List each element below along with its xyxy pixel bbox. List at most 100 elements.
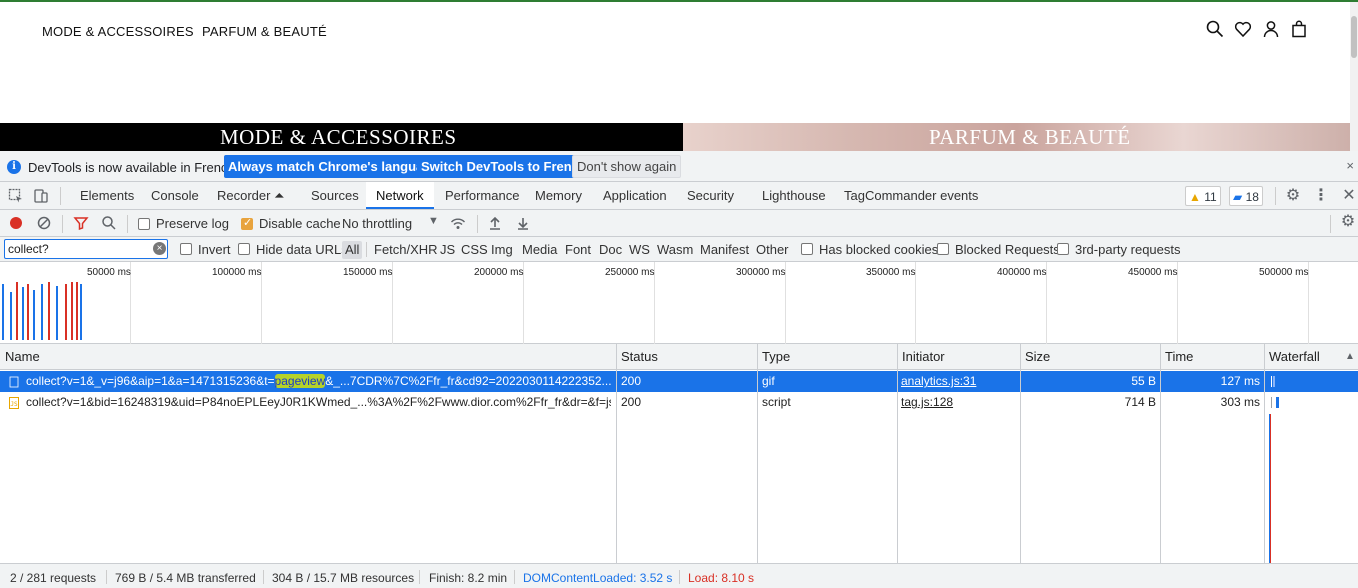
preserve-log-checkbox[interactable]: [138, 218, 150, 230]
third-party-requests-checkbox[interactable]: [1057, 243, 1069, 255]
dont-show-again-button[interactable]: Don't show again: [572, 155, 682, 178]
nav-mode-accessoires[interactable]: MODE & ACCESSOIRES: [42, 24, 194, 39]
filter-type-media[interactable]: Media: [519, 241, 560, 259]
invert-label: Invert: [198, 242, 231, 257]
always-match-language-button[interactable]: Always match Chrome's language: [224, 155, 443, 178]
table-row[interactable]: collect?v=1&_v=j96&aip=1&a=1471315236&t=…: [0, 371, 1358, 392]
disable-cache-checkbox[interactable]: [241, 216, 253, 230]
filter-type-js[interactable]: JS: [437, 241, 458, 259]
banner-left-title: MODE & ACCESSOIRES: [220, 125, 457, 149]
filter-type-fetch-xhr[interactable]: Fetch/XHR: [371, 241, 441, 259]
network-conditions-icon[interactable]: [450, 215, 466, 231]
banner-mode-accessoires[interactable]: MODE & ACCESSOIRES: [0, 123, 683, 151]
switch-to-french-button[interactable]: Switch DevTools to French: [417, 155, 591, 178]
network-overview-timeline[interactable]: 50000 ms 100000 ms 150000 ms 200000 ms 2…: [0, 262, 1358, 344]
tab-recorder[interactable]: Recorder ⏶: [207, 182, 294, 209]
filter-type-css[interactable]: CSS: [458, 241, 491, 259]
heart-icon[interactable]: [1234, 20, 1252, 38]
filter-type-all[interactable]: All: [342, 241, 363, 259]
tab-tagcommander-events[interactable]: TagCommander events: [834, 182, 988, 209]
request-name[interactable]: collect?v=1&bid=16248319&uid=P84noEPLEey…: [26, 392, 611, 413]
tab-network[interactable]: Network: [366, 182, 434, 209]
column-header-initiator[interactable]: Initiator: [897, 344, 1020, 370]
chevron-down-icon[interactable]: ▼: [428, 215, 439, 227]
filter-type-ws[interactable]: WS: [626, 241, 653, 259]
blocked-requests-checkbox[interactable]: [937, 243, 949, 255]
messages-badge[interactable]: ▰ 18: [1229, 186, 1263, 206]
column-separator[interactable]: [1264, 344, 1265, 563]
search-icon[interactable]: [1206, 20, 1224, 38]
tab-console[interactable]: Console: [141, 182, 209, 209]
column-header-name[interactable]: Name: [0, 344, 616, 370]
column-header-status[interactable]: Status: [616, 344, 757, 370]
load-time: Load: 8.10 s: [688, 571, 755, 585]
tab-elements[interactable]: Elements: [70, 182, 144, 209]
close-devtools-icon[interactable]: ✕: [1341, 188, 1357, 204]
record-icon[interactable]: [8, 215, 24, 231]
finish-time: Finish: 8.2 min: [429, 571, 508, 585]
bag-icon[interactable]: [1290, 20, 1308, 38]
clear-filter-icon[interactable]: ×: [153, 242, 166, 255]
request-time: 303 ms: [1220, 395, 1260, 409]
table-row[interactable]: JS collect?v=1&bid=16248319&uid=P84noEPL…: [0, 392, 1358, 413]
filter-type-wasm[interactable]: Wasm: [654, 241, 696, 259]
tab-performance[interactable]: Performance: [435, 182, 529, 209]
banner-parfum-beaute[interactable]: PARFUM & BEAUTÉ: [683, 123, 1350, 151]
overview-tick-label: 450000 ms: [1128, 267, 1178, 278]
site-scrollbar[interactable]: [1350, 2, 1358, 151]
resources-size: 304 B / 15.7 MB resources: [272, 571, 415, 585]
user-icon[interactable]: [1262, 20, 1280, 38]
initiator-link[interactable]: analytics.js:31: [901, 374, 976, 388]
column-header-time[interactable]: Time: [1160, 344, 1264, 370]
network-settings-gear-icon[interactable]: ⚙: [1340, 214, 1356, 230]
tab-application[interactable]: Application: [593, 182, 677, 209]
has-blocked-cookies-checkbox[interactable]: [801, 243, 813, 255]
filter-input[interactable]: [4, 239, 168, 259]
hide-data-urls-checkbox[interactable]: [238, 243, 250, 255]
column-separator[interactable]: [1160, 344, 1161, 563]
column-header-size[interactable]: Size: [1020, 344, 1160, 370]
device-toolbar-icon[interactable]: [33, 188, 49, 204]
request-initiator[interactable]: tag.js:128: [901, 392, 1016, 413]
disable-cache-label: Disable cache: [259, 216, 341, 231]
export-har-icon[interactable]: [515, 215, 531, 231]
column-separator[interactable]: [1020, 344, 1021, 563]
nav-parfum-beaute[interactable]: PARFUM & BEAUTÉ: [202, 24, 327, 39]
waterfall-bar: [1271, 376, 1272, 387]
network-status-bar: 2 / 281 requests 769 B / 5.4 MB transfer…: [0, 563, 1358, 588]
filter-type-other[interactable]: Other: [753, 241, 792, 259]
filter-type-img[interactable]: Img: [488, 241, 516, 259]
search-icon[interactable]: [101, 215, 117, 231]
infobar-message: DevTools is now available in French!: [28, 160, 239, 175]
tab-security[interactable]: Security: [677, 182, 744, 209]
column-separator[interactable]: [897, 344, 898, 563]
infobar-close-icon[interactable]: ×: [1346, 158, 1354, 173]
invert-checkbox[interactable]: [180, 243, 192, 255]
clear-icon[interactable]: [36, 215, 52, 231]
request-initiator[interactable]: analytics.js:31: [901, 371, 1016, 392]
request-name[interactable]: collect?v=1&_v=j96&aip=1&a=1471315236&t=…: [26, 371, 611, 392]
tab-memory[interactable]: Memory: [525, 182, 592, 209]
filter-type-font[interactable]: Font: [562, 241, 594, 259]
initiator-link[interactable]: tag.js:128: [901, 395, 953, 409]
warnings-badge[interactable]: ▲ 11: [1185, 186, 1221, 206]
more-options-icon[interactable]: ⋮: [1313, 188, 1329, 204]
sort-ascending-icon[interactable]: ▲: [1340, 344, 1355, 370]
column-separator[interactable]: [757, 344, 758, 563]
overview-activity-bar: [56, 286, 58, 340]
import-har-icon[interactable]: [487, 215, 503, 231]
tab-sources[interactable]: Sources: [301, 182, 369, 209]
inspect-element-icon[interactable]: [8, 188, 24, 204]
throttling-select[interactable]: No throttling: [342, 216, 412, 231]
settings-gear-icon[interactable]: ⚙: [1285, 188, 1301, 204]
warning-icon: ▲: [1189, 190, 1201, 204]
filter-icon[interactable]: [73, 215, 89, 231]
tab-lighthouse[interactable]: Lighthouse: [752, 182, 836, 209]
column-header-type[interactable]: Type: [757, 344, 897, 370]
request-type: script: [762, 395, 791, 409]
filter-type-manifest[interactable]: Manifest: [697, 241, 752, 259]
filter-type-doc[interactable]: Doc: [596, 241, 625, 259]
column-separator[interactable]: [616, 344, 617, 563]
site-scrollbar-thumb[interactable]: [1351, 16, 1357, 58]
overview-activity-bar: [10, 292, 12, 340]
